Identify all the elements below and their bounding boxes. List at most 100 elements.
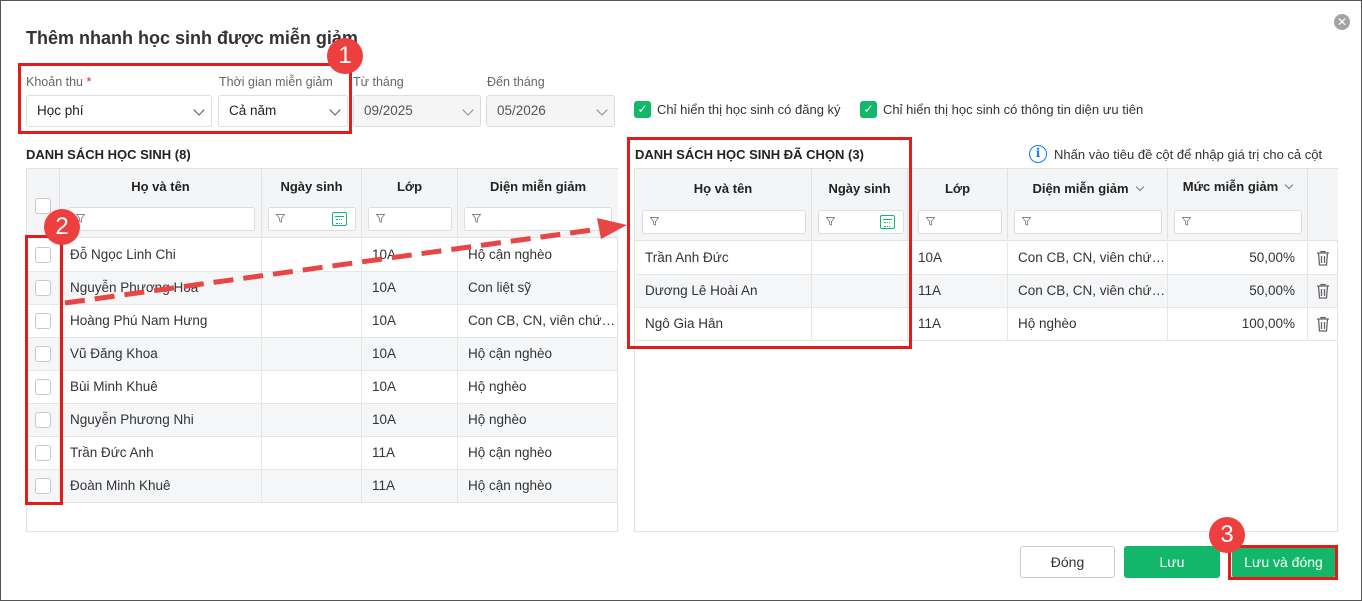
cell-exempt: Hộ nghèo	[468, 412, 527, 427]
cell-dob	[262, 437, 362, 469]
checkbox-priority[interactable]: ✓ Chỉ hiển thị học sinh có thông tin diện…	[860, 101, 1143, 118]
cell-class: 11A	[362, 470, 458, 502]
table-row[interactable]: Nguyễn Phương Hoa 10A Con liệt sỹ	[27, 272, 617, 305]
filter-icon	[276, 214, 285, 223]
chevron-down-icon	[1284, 180, 1294, 190]
filter-name-input[interactable]	[68, 207, 255, 231]
cell-class: 10A	[362, 305, 458, 337]
step-badge-1: 1	[327, 38, 363, 74]
cell-class: 10A	[908, 242, 1008, 274]
cell-name: Nguyễn Phương Nhi	[60, 404, 262, 436]
cell-exempt: Con liệt sỹ	[468, 280, 532, 295]
chevron-down-icon	[596, 104, 608, 116]
cell-dob	[262, 404, 362, 436]
col-dob-header[interactable]: Ngày sinh	[262, 169, 362, 238]
trash-icon[interactable]	[1316, 250, 1330, 266]
sel-filter-rate-input[interactable]	[1174, 210, 1302, 234]
close-button[interactable]: Đóng	[1020, 546, 1115, 578]
tu-thang-select[interactable]: 09/2025	[353, 95, 481, 127]
cell-exempt: Con CB, CN, viên chức...	[468, 313, 618, 328]
filter-icon	[376, 214, 385, 223]
filter-icon	[1182, 217, 1191, 226]
check-icon: ✓	[634, 101, 651, 118]
cell-rate: 100,00%	[1168, 308, 1308, 340]
dialog: Thêm nhanh học sinh được miễn giảm ✕ Kho…	[0, 0, 1362, 601]
cell-name: Đoàn Minh Khuê	[60, 470, 262, 502]
step-badge-3: 3	[1209, 517, 1245, 553]
cell-class: 10A	[362, 239, 458, 271]
cell-dob	[262, 470, 362, 502]
cell-rate: 50,00%	[1168, 242, 1308, 274]
sel-filter-class-input[interactable]	[918, 210, 1002, 234]
checkbox-registered[interactable]: ✓ Chỉ hiển thị học sinh có đăng ký	[634, 101, 841, 118]
step-badge-2: 2	[44, 209, 80, 245]
filter-icon	[472, 214, 481, 223]
sel-col-action-header	[1308, 169, 1338, 241]
close-icon[interactable]: ✕	[1334, 14, 1350, 30]
cell-class: 11A	[362, 437, 458, 469]
table-row[interactable]: Đỗ Ngọc Linh Chi 10A Hộ cận nghèo	[27, 239, 617, 272]
cell-class: 11A	[908, 308, 1008, 340]
cell-dob	[262, 305, 362, 337]
col-class-header[interactable]: Lớp	[362, 169, 458, 238]
tu-thang-label: Từ tháng	[353, 75, 404, 89]
sel-col-rate-header[interactable]: Mức miễn giảm	[1168, 169, 1308, 241]
annotation-box-checkboxes	[25, 235, 63, 505]
select-all-checkbox[interactable]	[35, 198, 51, 214]
cell-exempt: Con CB, CN, viên chức...	[1008, 242, 1168, 274]
cell-dob	[262, 371, 362, 403]
dialog-title: Thêm nhanh học sinh được miễn giảm	[26, 28, 358, 48]
column-hint: i Nhấn vào tiêu đề cột để nhập giá trị ch…	[1029, 145, 1322, 163]
col-name-header[interactable]: Họ và tên	[60, 169, 262, 238]
col-exempt-header[interactable]: Diện miễn giảm	[458, 169, 618, 238]
cell-dob	[262, 272, 362, 304]
cell-name: Nguyễn Phương Hoa	[60, 272, 262, 304]
cell-rate: 50,00%	[1168, 275, 1308, 307]
cell-exempt: Hộ cận nghèo	[468, 478, 553, 493]
info-icon: i	[1029, 145, 1047, 163]
student-table: Họ và tên Ngày sinh Lớp Diện miễn giảm Đ…	[26, 168, 618, 532]
cell-class: 10A	[362, 371, 458, 403]
annotation-box-save-close	[1228, 545, 1338, 580]
sel-col-exempt-header[interactable]: Diện miễn giảm	[1008, 169, 1168, 241]
cell-dob	[262, 338, 362, 370]
table-row[interactable]: Vũ Đăng Khoa 10A Hộ cận nghèo	[27, 338, 617, 371]
sel-col-class-header[interactable]: Lớp	[908, 169, 1008, 241]
den-thang-label: Đến tháng	[487, 75, 545, 89]
den-thang-select[interactable]: 05/2026	[486, 95, 615, 127]
cell-exempt: Hộ nghèo	[468, 379, 527, 394]
calendar-icon	[332, 212, 347, 226]
table-row[interactable]: Hoàng Phú Nam Hưng 10A Con CB, CN, viên ch…	[27, 305, 618, 338]
cell-class: 10A	[362, 272, 458, 304]
student-list-heading: DANH SÁCH HỌC SINH (8)	[26, 147, 191, 162]
table-row[interactable]: Nguyễn Phương Nhi 10A Hộ nghèo	[27, 404, 617, 437]
cell-exempt: Hộ cận nghèo	[468, 445, 553, 460]
cell-name: Bùi Minh Khuê	[60, 371, 262, 403]
chevron-down-icon	[462, 104, 474, 116]
annotation-box-filters	[18, 63, 352, 134]
cell-dob	[262, 239, 362, 271]
annotation-box-selected	[627, 137, 912, 349]
trash-icon[interactable]	[1316, 283, 1330, 299]
filter-icon	[926, 217, 935, 226]
cell-name: Đỗ Ngọc Linh Chi	[60, 239, 262, 271]
filter-dob-input[interactable]	[268, 207, 356, 231]
filter-exempt-input[interactable]	[464, 207, 612, 231]
trash-icon[interactable]	[1316, 316, 1330, 332]
cell-exempt: Hộ cận nghèo	[468, 346, 553, 361]
cell-class: 10A	[362, 338, 458, 370]
sel-filter-exempt-input[interactable]	[1014, 210, 1162, 234]
cell-class: 10A	[362, 404, 458, 436]
table-row[interactable]: Trần Đức Anh 11A Hộ cận nghèo	[27, 437, 617, 470]
cell-class: 11A	[908, 275, 1008, 307]
chevron-down-icon	[1135, 182, 1144, 192]
cell-exempt: Hộ cận nghèo	[468, 247, 553, 262]
check-icon: ✓	[860, 101, 877, 118]
table-row[interactable]: Đoàn Minh Khuê 11A Hộ cận nghèo	[27, 470, 617, 503]
table-row[interactable]: Bùi Minh Khuê 10A Hộ nghèo	[27, 371, 617, 404]
cell-exempt: Hộ nghèo	[1008, 308, 1168, 340]
save-button[interactable]: Lưu	[1124, 546, 1220, 578]
filter-class-input[interactable]	[368, 207, 452, 231]
cell-name: Vũ Đăng Khoa	[60, 338, 262, 370]
cell-exempt: Con CB, CN, viên chức...	[1008, 275, 1168, 307]
